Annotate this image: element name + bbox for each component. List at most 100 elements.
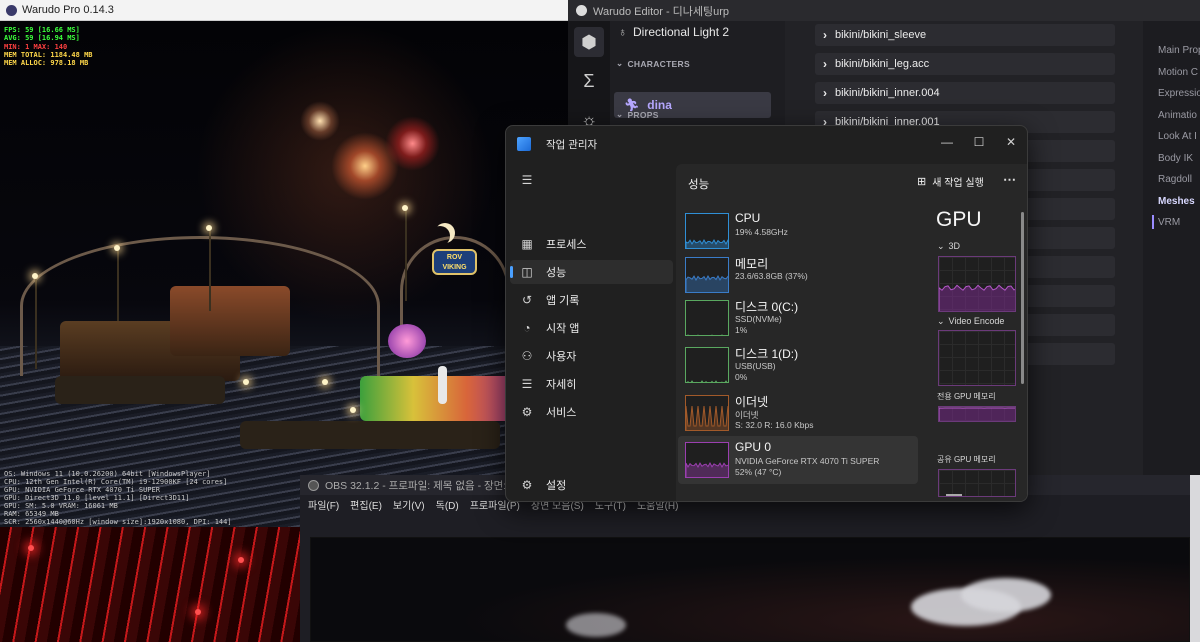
scene-item-directional-light[interactable]: ♁ Directional Light 2 — [618, 25, 729, 39]
hamburger-glyph: ☰ — [521, 173, 533, 187]
warudo-app-icon — [6, 4, 17, 16]
sidebar-item-settings[interactable]: ⚙ 설정 — [510, 473, 673, 497]
warudo-editor-title: Warudo Editor - 디나세팅urp — [593, 5, 730, 18]
content-scrollbar[interactable] — [1021, 212, 1024, 384]
perf-mini-graph — [685, 395, 729, 431]
system-info-line: SCR: 2560x1440@60Hz [window size]:1920x1… — [4, 518, 232, 526]
inspector-nav-item[interactable]: Animatio — [1158, 110, 1197, 121]
perf-item[interactable]: CPU 19% 4.58GHz — [678, 207, 918, 255]
sidebar-item-processes[interactable]: ▦ 프로세스 — [510, 232, 673, 256]
mini-graph-trace — [686, 238, 728, 248]
firework-3 — [300, 101, 340, 141]
sidebar-item-label: 사용자 — [546, 351, 577, 363]
viking-sign-line-2: VIKING — [442, 264, 467, 271]
gpu-graph-trace — [939, 470, 1016, 497]
moon — [430, 226, 450, 246]
perf-item-detail: 0% — [735, 372, 748, 382]
startup-apps-icon: ◔ — [523, 321, 531, 335]
chevron-down-icon[interactable]: ⌄ — [937, 241, 945, 251]
perf-item-name: CPU — [735, 211, 761, 225]
lamp-7 — [350, 407, 356, 413]
mini-graph-trace — [686, 274, 728, 292]
fps-stats-overlay: FPS: 59 [16.66 MS] AVG: 59 [16.94 MS] MIN:… — [4, 26, 93, 67]
boat-left — [55, 376, 225, 404]
close-icon[interactable]: ✕ — [998, 131, 1024, 153]
gpu-graph-canvas — [938, 256, 1016, 312]
chevron-down-icon[interactable]: ⌄ — [937, 316, 945, 326]
gpu-graph-trace — [939, 331, 1016, 386]
perf-item-name: 메모리 — [735, 257, 769, 271]
obs-menu-item[interactable]: 파일(F) — [308, 497, 339, 512]
mesh-row[interactable]: › bikini/bikini_inner.004 — [815, 82, 1115, 104]
bottom-scroll-indicator[interactable] — [946, 494, 962, 496]
scene-cube-icon[interactable]: ⬢ — [574, 27, 604, 57]
task-manager-window: 작업 관리자 — ☐ ✕ ☰ ▦ 프로세스 ◫ 성능 ↺ 앱 기록 ◔ 시작 앱 ⚇ 사용자 ☰ 자세… — [505, 125, 1028, 502]
inspector-nav-item[interactable]: Look At I — [1158, 131, 1197, 142]
users-icon: ⚇ — [521, 349, 533, 363]
sidebar-item-details[interactable]: ☰ 자세히 — [510, 372, 673, 396]
inspector-nav-item[interactable]: VRM — [1158, 217, 1180, 228]
fps-stat-line: MEM ALLOC: 978.18 MB — [4, 59, 89, 68]
viewport-scene[interactable]: ROV VIKING — [0, 21, 575, 531]
props-section-header[interactable]: ⌄ PROPS — [616, 109, 659, 120]
run-new-task-button[interactable]: ⊞ 새 작업 실행 — [917, 174, 984, 189]
sidebar-item-label: 프로세스 — [546, 239, 587, 251]
task-manager-titlebar[interactable]: 작업 관리자 — ☐ ✕ — [506, 126, 1027, 162]
perf-item-name: 이더넷 — [735, 395, 769, 409]
gpu-graph-trace — [939, 407, 1015, 421]
red-lamp-3 — [195, 609, 201, 615]
sidebar-item-app-history[interactable]: ↺ 앱 기록 — [510, 288, 673, 312]
sidebar-item-services[interactable]: ⚙ 서비스 — [510, 400, 673, 424]
perf-item[interactable]: 이더넷 이더넷 S: 32.0 R: 16.0 Kbps — [678, 389, 918, 437]
perf-item[interactable]: 메모리 23.6/63.8GB (37%) — [678, 251, 918, 299]
obs-menu-item[interactable]: 독(D) — [436, 497, 459, 512]
inspector-nav-item[interactable]: Body IK — [1158, 153, 1193, 164]
chevron-down-icon: ⌄ — [616, 109, 624, 119]
inspector-nav-item[interactable]: Meshes — [1158, 196, 1195, 207]
props-header-label: PROPS — [627, 109, 659, 120]
inspector-nav-item[interactable]: Expressio — [1158, 88, 1200, 99]
warudo-editor-titlebar[interactable]: Warudo Editor - 디나세팅urp — [568, 0, 1200, 21]
nav-active-marker — [1152, 215, 1154, 229]
settings-gear-icon: ⚙ — [521, 478, 533, 492]
perf-mini-graph — [685, 257, 729, 293]
gpu-graph-canvas — [938, 406, 1016, 422]
perf-item[interactable]: 디스크 0(C:) SSD(NVMe) 1% — [678, 294, 918, 342]
obs-menu-item[interactable]: 보기(V) — [393, 497, 425, 512]
gpu-graph-canvas — [938, 330, 1016, 386]
lamp-post-4 — [405, 211, 407, 301]
warudo-pro-titlebar[interactable]: Warudo Pro 0.14.3 — [0, 0, 575, 21]
warudo-pro-title: Warudo Pro 0.14.3 — [22, 4, 114, 16]
active-indicator — [510, 266, 513, 278]
perf-item-detail: SSD(NVMe) — [735, 314, 782, 324]
fps-stat-line: FPS: 59 [16.66 MS] — [4, 26, 80, 34]
red-lamp-2 — [238, 557, 244, 563]
more-options-icon[interactable]: ⋯ — [1003, 172, 1016, 188]
inspector-nav-item[interactable]: Ragdoll — [1158, 174, 1192, 185]
perf-item[interactable]: GPU 0 NVIDIA GeForce RTX 4070 Ti SUPER 52%… — [678, 436, 918, 484]
inspector-nav-item[interactable]: Main Prop — [1158, 45, 1200, 56]
park-island-center — [170, 286, 290, 356]
characters-section-header[interactable]: ⌄ CHARACTERS — [616, 58, 690, 69]
perf-item[interactable]: 디스크 1(D:) USB(USB) 0% — [678, 341, 918, 389]
system-info-overlay: OS: Windows 11 (10.0.26200) 64bit [Windo… — [4, 470, 232, 526]
services-icon: ⚙ — [521, 405, 533, 419]
firework-2 — [385, 116, 440, 171]
inspector-nav-item[interactable]: Motion C — [1158, 67, 1198, 78]
obs-preview-canvas[interactable] — [310, 537, 1190, 642]
system-info-line: RAM: 65349 MB — [4, 510, 59, 518]
sidebar-item-startup-apps[interactable]: ◔ 시작 앱 — [510, 316, 673, 340]
sigma-icon[interactable]: Σ — [574, 66, 604, 96]
mesh-row[interactable]: › bikini/bikini_sleeve — [815, 24, 1115, 46]
maximize-icon[interactable]: ☐ — [966, 131, 992, 153]
mesh-row[interactable]: › bikini/bikini_leg.acc — [815, 53, 1115, 75]
sidebar-item-users[interactable]: ⚇ 사용자 — [510, 344, 673, 368]
gpu-panel-title: GPU — [936, 208, 982, 231]
sidebar-item-performance[interactable]: ◫ 성능 — [510, 260, 673, 284]
obs-menu-item[interactable]: 편집(E) — [350, 497, 382, 512]
gpu-graph-name: 3D — [948, 241, 961, 251]
sidebar-settings-label: 설정 — [546, 480, 567, 492]
viking-sign: ROV VIKING — [432, 249, 477, 275]
hamburger-menu-icon[interactable]: ☰ — [510, 168, 544, 192]
minimize-icon[interactable]: — — [934, 131, 960, 153]
